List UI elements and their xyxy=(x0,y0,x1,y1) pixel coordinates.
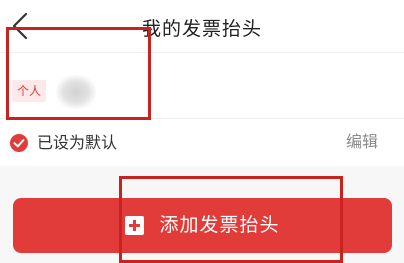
top-bar: 我的发票抬头 xyxy=(0,0,404,53)
plus-square-icon xyxy=(125,215,145,235)
page-title: 我的发票抬头 xyxy=(141,18,262,40)
add-button-label: 添加发票抬头 xyxy=(159,214,280,236)
blurred-invoice-name xyxy=(56,75,96,109)
default-status-label: 已设为默认 xyxy=(37,133,118,152)
invoice-header-screen: 我的发票抬头 个人 已设为默认 编辑 添加发票抬头 xyxy=(0,0,404,263)
invoice-header-card[interactable]: 个人 已设为默认 编辑 xyxy=(0,53,404,166)
invoice-header-info[interactable]: 个人 xyxy=(0,53,404,118)
check-circle-icon[interactable] xyxy=(10,134,28,152)
edit-button[interactable]: 编辑 xyxy=(346,131,378,153)
invoice-type-badge: 个人 xyxy=(12,80,47,102)
add-button-content: 添加发票抬头 xyxy=(13,212,392,238)
add-invoice-header-button[interactable]: 添加发票抬头 xyxy=(13,198,392,253)
invoice-header-actions: 已设为默认 编辑 xyxy=(0,119,404,166)
